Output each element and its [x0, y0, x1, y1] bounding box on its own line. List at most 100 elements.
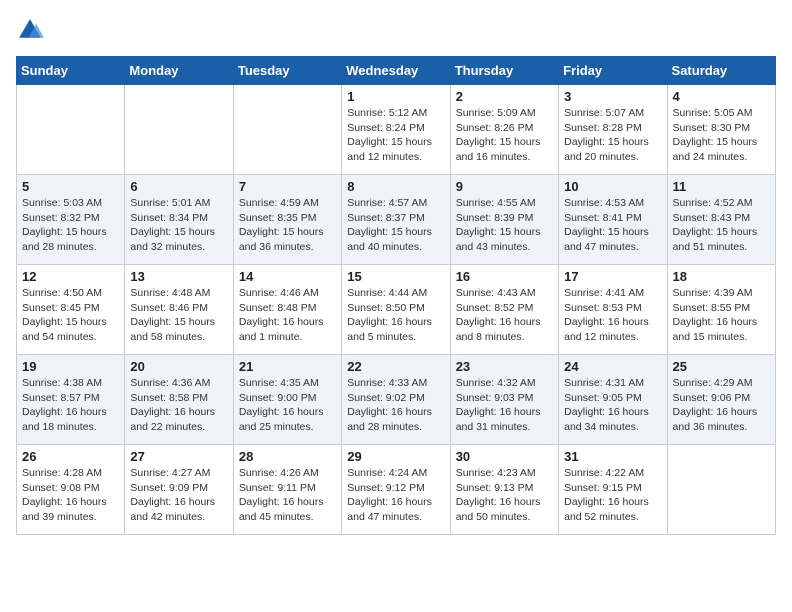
calendar-cell: 23 Sunrise: 4:32 AM Sunset: 9:03 PM Dayli… [450, 355, 558, 445]
day-number: 9 [456, 179, 553, 194]
calendar-cell [233, 85, 341, 175]
page-header [16, 16, 776, 44]
day-info: Sunrise: 4:27 AM Sunset: 9:09 PM Dayligh… [130, 466, 227, 525]
calendar-cell: 13 Sunrise: 4:48 AM Sunset: 8:46 PM Dayli… [125, 265, 233, 355]
calendar-cell [17, 85, 125, 175]
day-info: Sunrise: 4:38 AM Sunset: 8:57 PM Dayligh… [22, 376, 119, 435]
day-info: Sunrise: 4:48 AM Sunset: 8:46 PM Dayligh… [130, 286, 227, 345]
day-number: 14 [239, 269, 336, 284]
day-number: 20 [130, 359, 227, 374]
day-info: Sunrise: 4:24 AM Sunset: 9:12 PM Dayligh… [347, 466, 444, 525]
calendar-cell: 31 Sunrise: 4:22 AM Sunset: 9:15 PM Dayli… [559, 445, 667, 535]
calendar-cell: 6 Sunrise: 5:01 AM Sunset: 8:34 PM Daylig… [125, 175, 233, 265]
calendar-cell: 29 Sunrise: 4:24 AM Sunset: 9:12 PM Dayli… [342, 445, 450, 535]
week-row-5: 26 Sunrise: 4:28 AM Sunset: 9:08 PM Dayli… [17, 445, 776, 535]
day-info: Sunrise: 4:53 AM Sunset: 8:41 PM Dayligh… [564, 196, 661, 255]
day-info: Sunrise: 4:44 AM Sunset: 8:50 PM Dayligh… [347, 286, 444, 345]
day-info: Sunrise: 5:07 AM Sunset: 8:28 PM Dayligh… [564, 106, 661, 165]
calendar-cell: 21Sunrise: 4:35 AM Sunset: 9:00 PM Dayli… [233, 355, 341, 445]
day-info: Sunrise: 4:33 AM Sunset: 9:02 PM Dayligh… [347, 376, 444, 435]
day-info: Sunrise: 5:01 AM Sunset: 8:34 PM Dayligh… [130, 196, 227, 255]
calendar-cell: 10 Sunrise: 4:53 AM Sunset: 8:41 PM Dayli… [559, 175, 667, 265]
calendar-cell: 7Sunrise: 4:59 AM Sunset: 8:35 PM Daylig… [233, 175, 341, 265]
day-info: Sunrise: 4:22 AM Sunset: 9:15 PM Dayligh… [564, 466, 661, 525]
day-number: 11 [673, 179, 770, 194]
day-info: Sunrise: 5:03 AM Sunset: 8:32 PM Dayligh… [22, 196, 119, 255]
day-info: Sunrise: 4:28 AM Sunset: 9:08 PM Dayligh… [22, 466, 119, 525]
calendar-cell: 11Sunrise: 4:52 AM Sunset: 8:43 PM Dayli… [667, 175, 775, 265]
calendar-cell: 9Sunrise: 4:55 AM Sunset: 8:39 PM Daylig… [450, 175, 558, 265]
day-info: Sunrise: 5:09 AM Sunset: 8:26 PM Dayligh… [456, 106, 553, 165]
calendar-cell: 2 Sunrise: 5:09 AM Sunset: 8:26 PM Daylig… [450, 85, 558, 175]
day-number: 27 [130, 449, 227, 464]
day-number: 6 [130, 179, 227, 194]
day-number: 28 [239, 449, 336, 464]
day-number: 4 [673, 89, 770, 104]
day-info: Sunrise: 4:32 AM Sunset: 9:03 PM Dayligh… [456, 376, 553, 435]
calendar-cell: 1 Sunrise: 5:12 AM Sunset: 8:24 PM Daylig… [342, 85, 450, 175]
day-number: 24 [564, 359, 661, 374]
calendar-cell: 15 Sunrise: 4:44 AM Sunset: 8:50 PM Dayli… [342, 265, 450, 355]
day-info: Sunrise: 4:57 AM Sunset: 8:37 PM Dayligh… [347, 196, 444, 255]
day-number: 1 [347, 89, 444, 104]
day-number: 17 [564, 269, 661, 284]
day-number: 23 [456, 359, 553, 374]
day-number: 8 [347, 179, 444, 194]
weekday-header-wednesday: Wednesday [342, 57, 450, 85]
day-info: Sunrise: 4:26 AM Sunset: 9:11 PM Dayligh… [239, 466, 336, 525]
logo [16, 16, 48, 44]
day-info: Sunrise: 5:12 AM Sunset: 8:24 PM Dayligh… [347, 106, 444, 165]
day-info: Sunrise: 4:29 AM Sunset: 9:06 PM Dayligh… [673, 376, 770, 435]
week-row-2: 5 Sunrise: 5:03 AM Sunset: 8:32 PM Daylig… [17, 175, 776, 265]
calendar-cell: 17 Sunrise: 4:41 AM Sunset: 8:53 PM Dayli… [559, 265, 667, 355]
day-number: 2 [456, 89, 553, 104]
calendar-cell: 20 Sunrise: 4:36 AM Sunset: 8:58 PM Dayli… [125, 355, 233, 445]
calendar-table: SundayMondayTuesdayWednesdayThursdayFrid… [16, 56, 776, 535]
day-number: 13 [130, 269, 227, 284]
day-info: Sunrise: 4:35 AM Sunset: 9:00 PM Dayligh… [239, 376, 336, 435]
day-info: Sunrise: 4:39 AM Sunset: 8:55 PM Dayligh… [673, 286, 770, 345]
day-number: 18 [673, 269, 770, 284]
weekday-header-sunday: Sunday [17, 57, 125, 85]
day-info: Sunrise: 4:59 AM Sunset: 8:35 PM Dayligh… [239, 196, 336, 255]
day-info: Sunrise: 4:41 AM Sunset: 8:53 PM Dayligh… [564, 286, 661, 345]
week-row-4: 19Sunrise: 4:38 AM Sunset: 8:57 PM Dayli… [17, 355, 776, 445]
calendar-cell: 5 Sunrise: 5:03 AM Sunset: 8:32 PM Daylig… [17, 175, 125, 265]
weekday-header-tuesday: Tuesday [233, 57, 341, 85]
calendar-cell: 14Sunrise: 4:46 AM Sunset: 8:48 PM Dayli… [233, 265, 341, 355]
day-number: 29 [347, 449, 444, 464]
day-info: Sunrise: 4:43 AM Sunset: 8:52 PM Dayligh… [456, 286, 553, 345]
weekday-header-row: SundayMondayTuesdayWednesdayThursdayFrid… [17, 57, 776, 85]
day-number: 5 [22, 179, 119, 194]
calendar-cell: 30 Sunrise: 4:23 AM Sunset: 9:13 PM Dayli… [450, 445, 558, 535]
day-number: 10 [564, 179, 661, 194]
day-number: 15 [347, 269, 444, 284]
calendar-cell: 4 Sunrise: 5:05 AM Sunset: 8:30 PM Daylig… [667, 85, 775, 175]
calendar-cell: 18 Sunrise: 4:39 AM Sunset: 8:55 PM Dayli… [667, 265, 775, 355]
calendar-cell: 16Sunrise: 4:43 AM Sunset: 8:52 PM Dayli… [450, 265, 558, 355]
calendar-cell [667, 445, 775, 535]
day-number: 30 [456, 449, 553, 464]
calendar-cell: 25 Sunrise: 4:29 AM Sunset: 9:06 PM Dayli… [667, 355, 775, 445]
day-number: 26 [22, 449, 119, 464]
day-number: 25 [673, 359, 770, 374]
calendar-cell: 8 Sunrise: 4:57 AM Sunset: 8:37 PM Daylig… [342, 175, 450, 265]
calendar-cell: 27 Sunrise: 4:27 AM Sunset: 9:09 PM Dayli… [125, 445, 233, 535]
weekday-header-friday: Friday [559, 57, 667, 85]
day-number: 31 [564, 449, 661, 464]
day-info: Sunrise: 4:23 AM Sunset: 9:13 PM Dayligh… [456, 466, 553, 525]
day-number: 22 [347, 359, 444, 374]
calendar-cell [125, 85, 233, 175]
week-row-1: 1 Sunrise: 5:12 AM Sunset: 8:24 PM Daylig… [17, 85, 776, 175]
day-info: Sunrise: 4:36 AM Sunset: 8:58 PM Dayligh… [130, 376, 227, 435]
calendar-cell: 19Sunrise: 4:38 AM Sunset: 8:57 PM Dayli… [17, 355, 125, 445]
calendar-cell: 3Sunrise: 5:07 AM Sunset: 8:28 PM Daylig… [559, 85, 667, 175]
calendar-cell: 26 Sunrise: 4:28 AM Sunset: 9:08 PM Dayli… [17, 445, 125, 535]
weekday-header-saturday: Saturday [667, 57, 775, 85]
day-info: Sunrise: 5:05 AM Sunset: 8:30 PM Dayligh… [673, 106, 770, 165]
day-number: 12 [22, 269, 119, 284]
weekday-header-monday: Monday [125, 57, 233, 85]
logo-icon [16, 16, 44, 44]
calendar-cell: 12Sunrise: 4:50 AM Sunset: 8:45 PM Dayli… [17, 265, 125, 355]
calendar-cell: 22 Sunrise: 4:33 AM Sunset: 9:02 PM Dayli… [342, 355, 450, 445]
